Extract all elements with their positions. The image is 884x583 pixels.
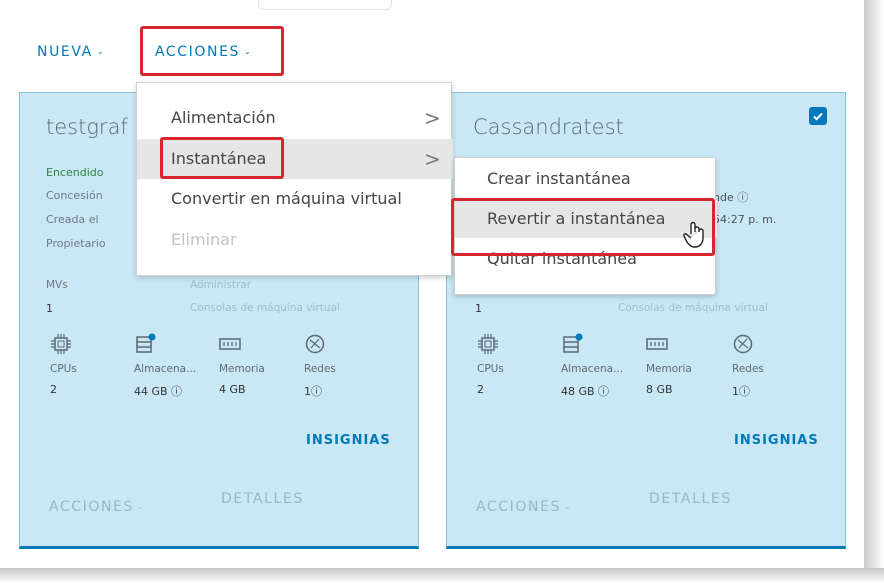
memory-icon <box>219 338 241 350</box>
resource-cpus: CPUs 2 <box>477 333 557 396</box>
resource-networks: Redes 1ⓘ <box>304 333 384 399</box>
owner-label: Propietario <box>46 237 106 250</box>
network-icon <box>733 334 753 354</box>
resource-cpus: CPUs 2 <box>50 333 130 396</box>
chevron-down-icon: ⌄ <box>96 47 106 56</box>
acciones-label: ACCIONES <box>155 44 241 60</box>
menu-item-revertir-instantanea[interactable]: Revertir a instantánea <box>455 200 717 238</box>
chevron-down-icon: ⌄ <box>564 502 573 511</box>
chevron-down-icon: ⌄ <box>137 502 146 511</box>
lease-value: nde ⓘ <box>713 191 749 204</box>
resource-label: Almacena... <box>134 363 197 375</box>
insignias-link[interactable]: INSIGNIAS <box>306 433 391 448</box>
resource-memory: Memoria 4 GB <box>219 333 299 396</box>
hand-cursor-icon <box>683 221 704 248</box>
resource-label: CPUs <box>477 363 504 375</box>
created-label: Creada el <box>46 213 99 226</box>
menu-item-quitar-instantanea[interactable]: Quitar instantánea <box>455 240 717 278</box>
resource-label: Almacena... <box>561 363 624 375</box>
resource-value: 2 <box>477 383 484 396</box>
vms-count: 1 <box>475 302 482 315</box>
menu-item-label: Quitar instantánea <box>487 249 637 268</box>
lease-label: Concesión <box>46 189 103 202</box>
card-details-button[interactable]: DETALLES <box>649 491 732 507</box>
menu-item-label: Instantánea <box>171 149 267 168</box>
resource-memory: Memoria 8 GB <box>646 333 726 396</box>
memory-icon <box>646 338 668 350</box>
actions-menu: Alimentación > Instantánea > Convertir e… <box>136 82 453 276</box>
cpu-icon <box>478 334 498 354</box>
power-status: Encendido <box>46 166 104 179</box>
card-title: Cassandratest <box>473 115 624 139</box>
snapshot-submenu: Crear instantánea Revertir a instantánea… <box>454 157 717 295</box>
resource-value: 8 GB <box>646 383 673 396</box>
nueva-label: NUEVA <box>37 44 93 60</box>
resource-value[interactable]: 48 GB ⓘ <box>561 383 641 399</box>
card-actions-button[interactable]: ACCIONES ⌄ <box>476 499 572 515</box>
top-tab-edge <box>258 0 392 10</box>
insignias-link[interactable]: INSIGNIAS <box>734 433 819 448</box>
check-icon <box>813 112 823 121</box>
resource-storage: Almacena... 44 GB ⓘ <box>134 333 214 399</box>
menu-item-convertir[interactable]: Convertir en máquina virtual <box>137 179 453 219</box>
select-checkbox[interactable] <box>809 107 827 125</box>
menu-item-crear-instantanea[interactable]: Crear instantánea <box>455 160 717 198</box>
chevron-right-icon: > <box>424 147 441 171</box>
menu-item-alimentacion[interactable]: Alimentación > <box>137 98 453 138</box>
consoles-link[interactable]: Consolas de máquina virtual <box>618 302 768 314</box>
cpu-icon <box>51 334 71 354</box>
resource-label: CPUs <box>50 363 77 375</box>
resource-value: 4 GB <box>219 383 246 396</box>
resource-label: Memoria <box>646 363 692 375</box>
menu-item-label: Revertir a instantánea <box>487 209 666 228</box>
card-title: testgraf <box>46 115 128 139</box>
menu-item-label: Convertir en máquina virtual <box>171 189 402 208</box>
created-value: 54:27 p. m. <box>713 213 777 226</box>
resource-value[interactable]: 1ⓘ <box>732 383 812 399</box>
frame-shadow <box>0 568 884 583</box>
menu-item-eliminar: Eliminar <box>137 220 453 260</box>
resource-label: Redes <box>304 363 336 375</box>
consoles-link[interactable]: Consolas de máquina virtual <box>190 302 340 314</box>
menu-item-label: Alimentación <box>171 108 276 127</box>
menu-item-instantanea[interactable]: Instantánea > <box>137 139 453 179</box>
resource-value[interactable]: 1ⓘ <box>304 383 384 399</box>
storage-icon <box>563 333 583 353</box>
storage-icon <box>136 333 156 353</box>
resource-networks: Redes 1ⓘ <box>732 333 812 399</box>
resource-label: Memoria <box>219 363 265 375</box>
vms-count: 1 <box>46 302 53 315</box>
menu-item-label: Crear instantánea <box>487 169 631 188</box>
card-actions-label: ACCIONES <box>49 499 135 515</box>
chevron-down-icon: ⌄ <box>244 47 253 56</box>
card-actions-label: ACCIONES <box>476 499 562 515</box>
menu-item-label: Eliminar <box>171 230 237 249</box>
vms-label: MVs <box>46 279 68 291</box>
resource-value: 2 <box>50 383 57 396</box>
frame-shadow <box>864 0 884 583</box>
resource-value[interactable]: 44 GB ⓘ <box>134 383 214 399</box>
acciones-button[interactable]: ACCIONES ⌄ <box>155 44 252 60</box>
nueva-button[interactable]: NUEVA ⌄ <box>37 44 105 60</box>
chevron-right-icon: > <box>424 106 441 130</box>
card-details-button[interactable]: DETALLES <box>221 491 304 507</box>
network-icon <box>305 334 325 354</box>
resource-label: Redes <box>732 363 764 375</box>
admin-link[interactable]: Administrar <box>190 279 251 291</box>
card-actions-button[interactable]: ACCIONES ⌄ <box>49 499 145 515</box>
resource-storage: Almacena... 48 GB ⓘ <box>561 333 641 399</box>
